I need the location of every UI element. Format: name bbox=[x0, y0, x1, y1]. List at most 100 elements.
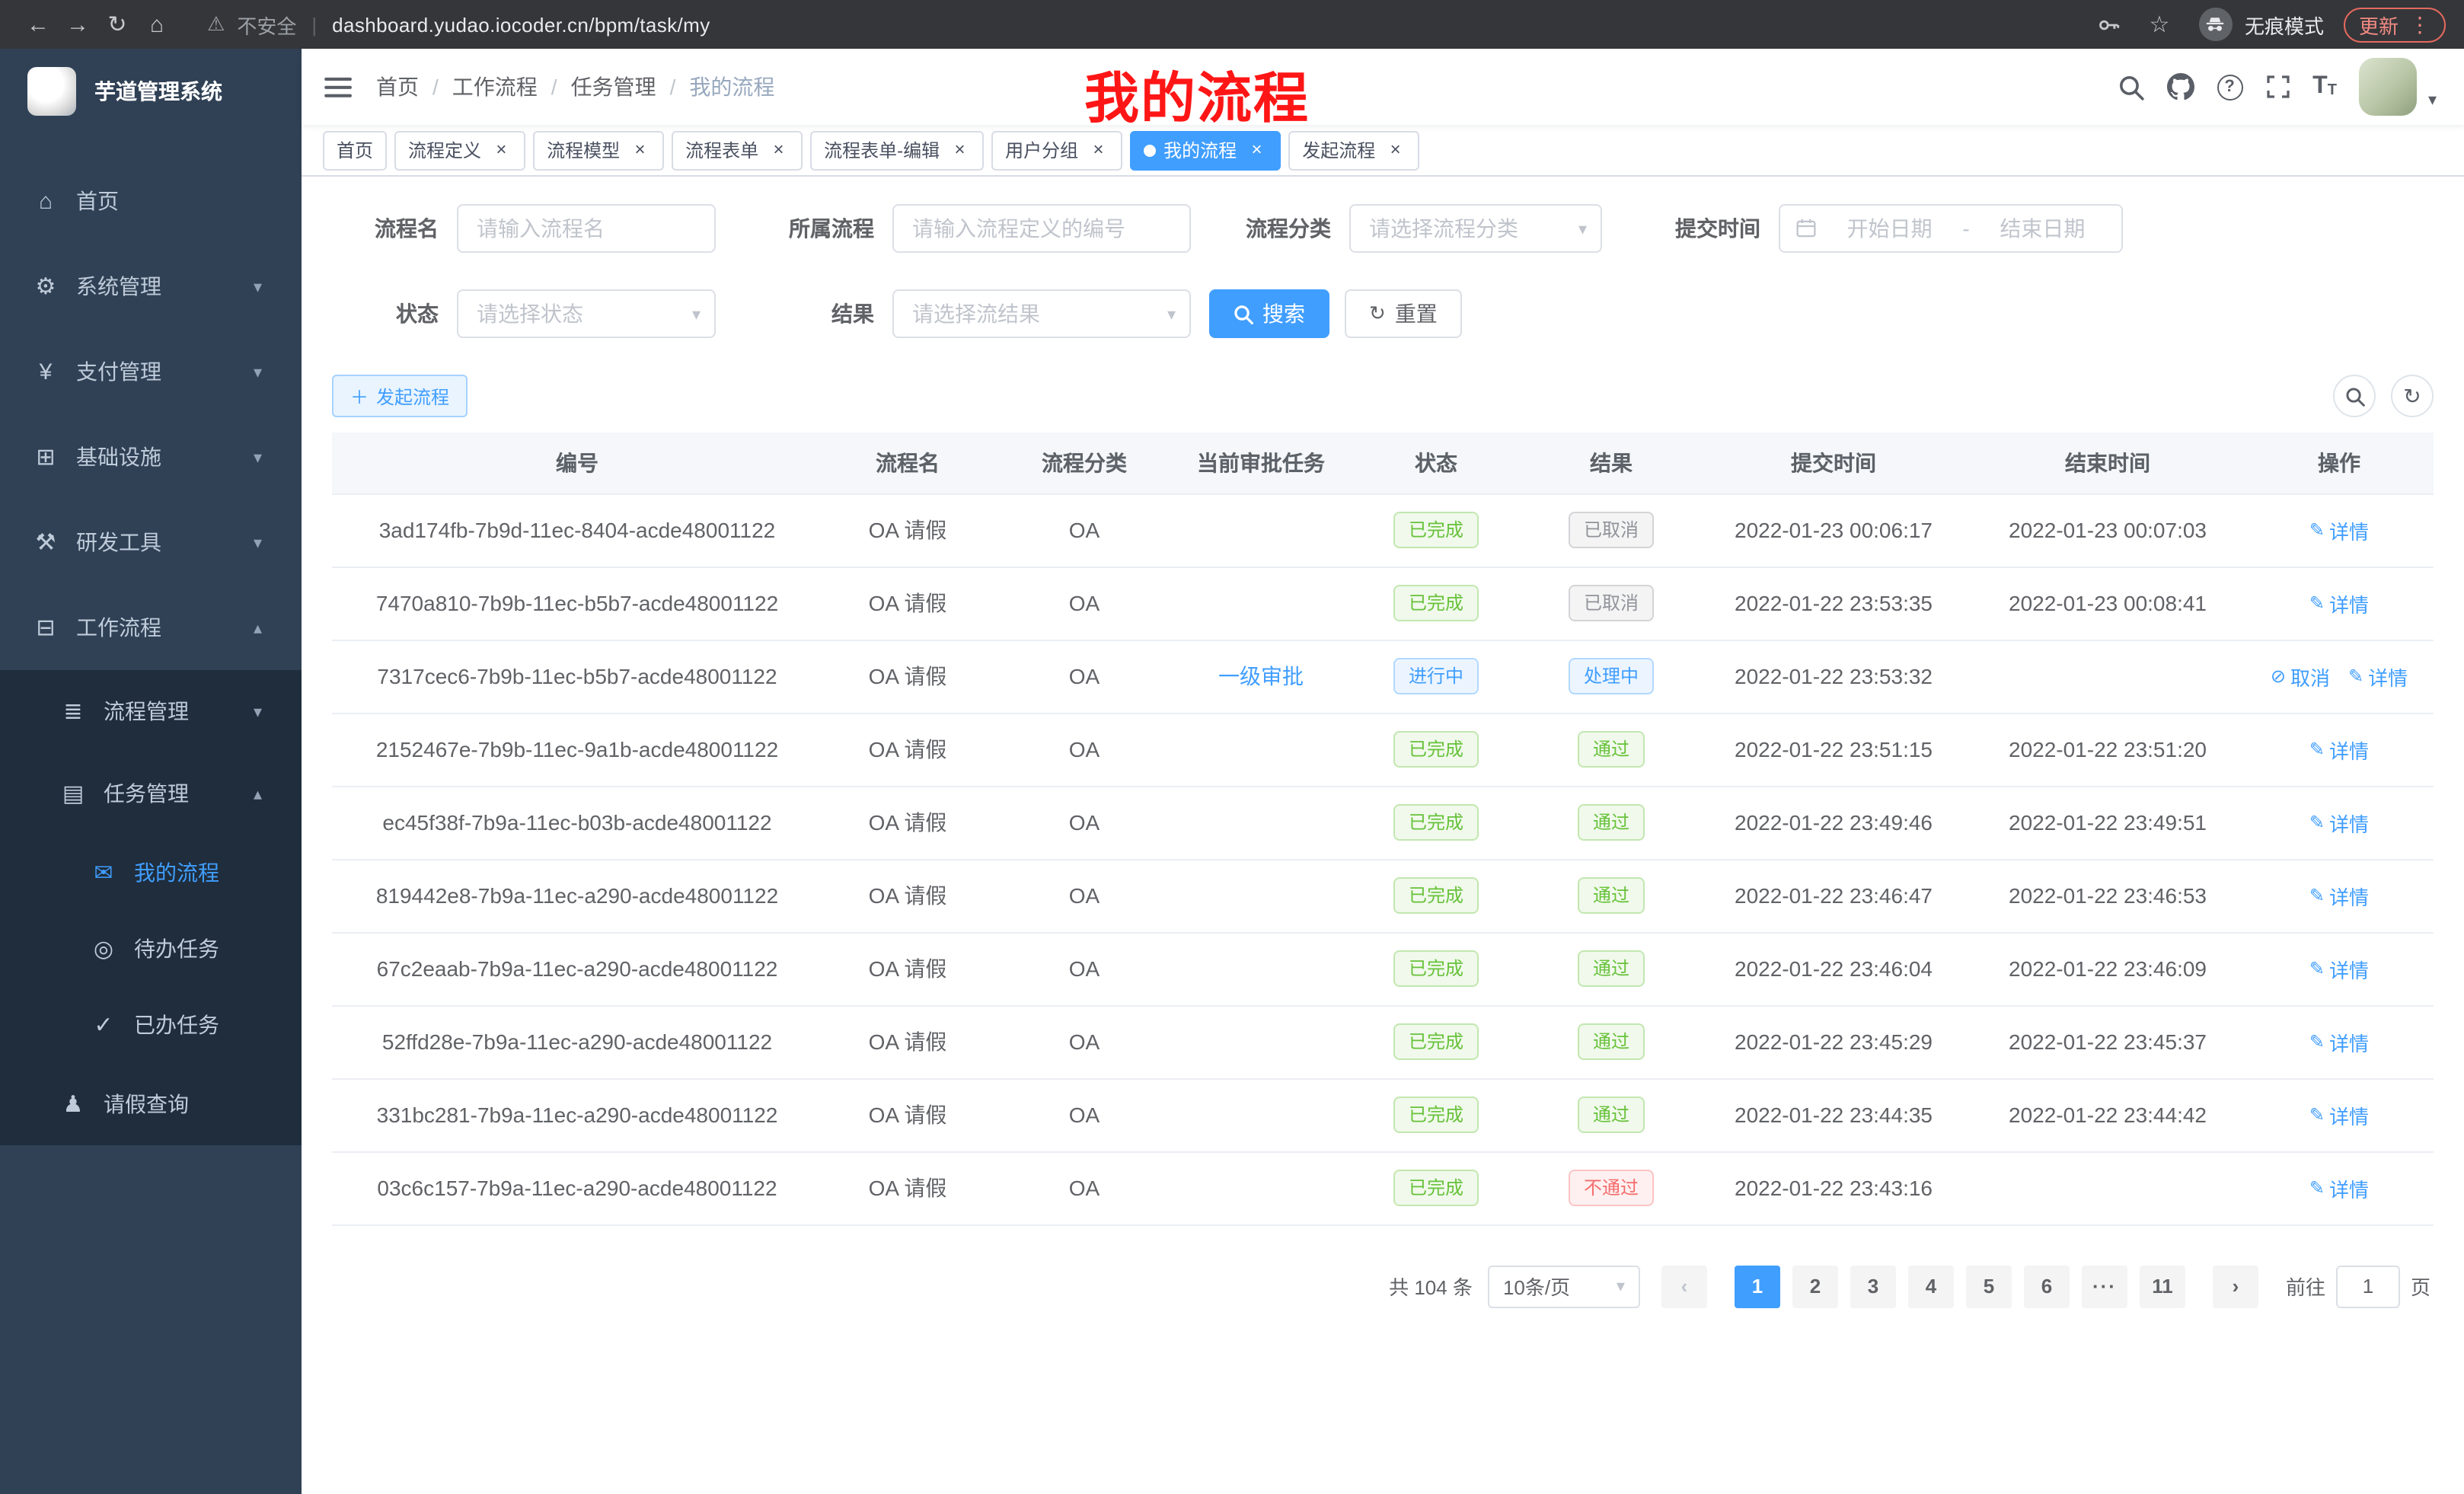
create-process-button[interactable]: ＋ 发起流程 bbox=[332, 375, 468, 417]
avatar[interactable] bbox=[2360, 58, 2418, 116]
tab[interactable]: 我的流程× bbox=[1130, 130, 1281, 170]
chevron-down-icon[interactable]: ▾ bbox=[2428, 90, 2437, 110]
search-icon[interactable] bbox=[2118, 74, 2143, 100]
font-size-icon[interactable]: TT bbox=[2312, 75, 2337, 99]
page-button[interactable]: 6 bbox=[2024, 1265, 2070, 1307]
page-button[interactable]: 11 bbox=[2140, 1265, 2185, 1307]
reload-icon[interactable]: ↻ bbox=[97, 11, 137, 38]
column-header: 提交时间 bbox=[1696, 433, 1971, 493]
date-separator: - bbox=[1962, 216, 1969, 241]
tab[interactable]: 流程定义× bbox=[394, 130, 525, 170]
fullscreen-icon[interactable] bbox=[2265, 75, 2290, 99]
page-button[interactable]: 2 bbox=[1792, 1265, 1838, 1307]
sidebar-item[interactable]: ⚒研发工具▾ bbox=[0, 500, 302, 585]
search-button[interactable]: 搜索 bbox=[1209, 289, 1329, 338]
breadcrumb-item[interactable]: 工作流程 bbox=[452, 72, 538, 102]
back-icon[interactable]: ← bbox=[18, 11, 58, 37]
sidebar-item[interactable]: ⊟工作流程▴ bbox=[0, 585, 302, 670]
forward-icon[interactable]: → bbox=[58, 11, 97, 37]
close-icon[interactable]: × bbox=[1087, 139, 1109, 161]
browser-menu-icon[interactable]: ⋮ bbox=[2409, 11, 2430, 37]
close-icon[interactable]: × bbox=[490, 139, 512, 161]
pagination: 共 104 条 10条/页 ▾ ‹ 123456···11 › 前往 页 bbox=[332, 1265, 2434, 1307]
detail-link[interactable]: ✎详情 bbox=[2348, 662, 2408, 691]
current-task-link[interactable]: 一级审批 bbox=[1218, 664, 1304, 688]
browser-update-button[interactable]: 更新 ⋮ bbox=[2344, 7, 2446, 42]
navbar: 首页 / 工作流程 / 任务管理 / 我的流程 ? bbox=[302, 49, 2464, 125]
category-select[interactable]: 请选择流程分类 ▾ bbox=[1349, 204, 1602, 253]
result-select[interactable]: 请选择流结果 ▾ bbox=[892, 289, 1191, 338]
sidebar-item[interactable]: ≣流程管理▾ bbox=[0, 670, 302, 752]
status-select[interactable]: 请选择状态 ▾ bbox=[457, 289, 716, 338]
tab[interactable]: 流程模型× bbox=[533, 130, 664, 170]
page-button[interactable]: 5 bbox=[1966, 1265, 2012, 1307]
table-tools: ↻ bbox=[2333, 375, 2434, 417]
process-name-input[interactable] bbox=[457, 204, 716, 253]
goto-label: 前往 bbox=[2286, 1272, 2325, 1301]
sidebar-item[interactable]: ♟请假查询 bbox=[0, 1063, 302, 1145]
goto-page-input[interactable] bbox=[2336, 1265, 2400, 1307]
sidebar-item[interactable]: ⚙系统管理▾ bbox=[0, 244, 302, 329]
breadcrumb-item[interactable]: 首页 bbox=[376, 72, 419, 102]
detail-link[interactable]: ✎详情 bbox=[2309, 808, 2369, 837]
tab[interactable]: 首页 bbox=[323, 130, 387, 170]
process-def-input[interactable] bbox=[892, 204, 1191, 253]
close-icon[interactable]: × bbox=[1384, 139, 1406, 161]
page-size-select[interactable]: 10条/页 ▾ bbox=[1488, 1265, 1640, 1307]
tab[interactable]: 用户分组× bbox=[991, 130, 1122, 170]
detail-link[interactable]: ✎详情 bbox=[2309, 516, 2369, 544]
tab[interactable]: 流程表单-编辑× bbox=[810, 130, 984, 170]
page-content: 流程名 所属流程 流程分类 请选择流程分类 ▾ 提交时间 开始日期 bbox=[302, 177, 2464, 1494]
detail-link[interactable]: ✎详情 bbox=[2309, 1027, 2369, 1056]
sidebar-item[interactable]: ✓已办任务 bbox=[0, 987, 302, 1063]
detail-link[interactable]: ✎详情 bbox=[2309, 954, 2369, 983]
chevron-up-icon: ▴ bbox=[254, 784, 262, 803]
github-icon[interactable] bbox=[2166, 73, 2194, 101]
app-logo-row[interactable]: 芋道管理系统 bbox=[0, 49, 302, 134]
tab[interactable]: 流程表单× bbox=[672, 130, 803, 170]
page-button[interactable]: 3 bbox=[1850, 1265, 1896, 1307]
tab[interactable]: 发起流程× bbox=[1288, 130, 1419, 170]
breadcrumb-item[interactable]: 任务管理 bbox=[571, 72, 656, 102]
search-toggle-button[interactable] bbox=[2333, 375, 2376, 417]
close-icon[interactable]: × bbox=[1246, 139, 1267, 161]
detail-link[interactable]: ✎详情 bbox=[2309, 589, 2369, 618]
pager-more[interactable]: ··· bbox=[2082, 1265, 2127, 1307]
cancel-link[interactable]: ⊘取消 bbox=[2271, 662, 2330, 691]
sidebar-item[interactable]: ⊞基础设施▾ bbox=[0, 414, 302, 500]
detail-link[interactable]: ✎详情 bbox=[2309, 1100, 2369, 1129]
detail-link[interactable]: ✎详情 bbox=[2309, 1173, 2369, 1202]
next-page-button[interactable]: › bbox=[2213, 1265, 2258, 1307]
incognito-badge[interactable]: 无痕模式 bbox=[2199, 8, 2324, 41]
key-icon[interactable] bbox=[2097, 13, 2120, 36]
detail-link[interactable]: ✎详情 bbox=[2309, 735, 2369, 764]
detail-icon: ✎ bbox=[2348, 666, 2363, 687]
sidebar-item[interactable]: ▤任务管理▴ bbox=[0, 752, 302, 835]
sidebar-item[interactable]: ✉我的流程 bbox=[0, 835, 302, 911]
result-badge: 通过 bbox=[1578, 950, 1645, 987]
result-badge: 通过 bbox=[1578, 1097, 1645, 1133]
address-bar[interactable]: ⚠ 不安全 | dashboard.yudao.iocoder.cn/bpm/t… bbox=[207, 10, 2097, 39]
sidebar-item[interactable]: ◎待办任务 bbox=[0, 911, 302, 987]
browser-home-icon[interactable]: ⌂ bbox=[137, 11, 177, 37]
column-header: 当前审批任务 bbox=[1176, 433, 1346, 493]
page-button[interactable]: 4 bbox=[1908, 1265, 1954, 1307]
help-icon[interactable]: ? bbox=[2217, 74, 2242, 100]
detail-link[interactable]: ✎详情 bbox=[2309, 881, 2369, 910]
close-icon[interactable]: × bbox=[629, 139, 650, 161]
category-label: 流程分类 bbox=[1209, 213, 1331, 244]
close-icon[interactable]: × bbox=[768, 139, 789, 161]
close-icon[interactable]: × bbox=[949, 139, 970, 161]
page-button[interactable]: 1 bbox=[1735, 1265, 1780, 1307]
url-text: dashboard.yudao.iocoder.cn/bpm/task/my bbox=[332, 13, 710, 36]
chevron-down-icon: ▾ bbox=[254, 362, 262, 381]
hamburger-icon[interactable] bbox=[302, 49, 376, 125]
reset-button[interactable]: ↻ 重置 bbox=[1345, 289, 1462, 338]
sidebar-item[interactable]: ⌂首页 bbox=[0, 158, 302, 244]
prev-page-button[interactable]: ‹ bbox=[1661, 1265, 1707, 1307]
process-name-label: 流程名 bbox=[332, 213, 439, 244]
sidebar-item[interactable]: ¥支付管理▾ bbox=[0, 329, 302, 414]
date-range-picker[interactable]: 开始日期 - 结束日期 bbox=[1779, 204, 2123, 253]
refresh-button[interactable]: ↻ bbox=[2391, 375, 2434, 417]
bookmark-star-icon[interactable]: ☆ bbox=[2140, 11, 2179, 38]
